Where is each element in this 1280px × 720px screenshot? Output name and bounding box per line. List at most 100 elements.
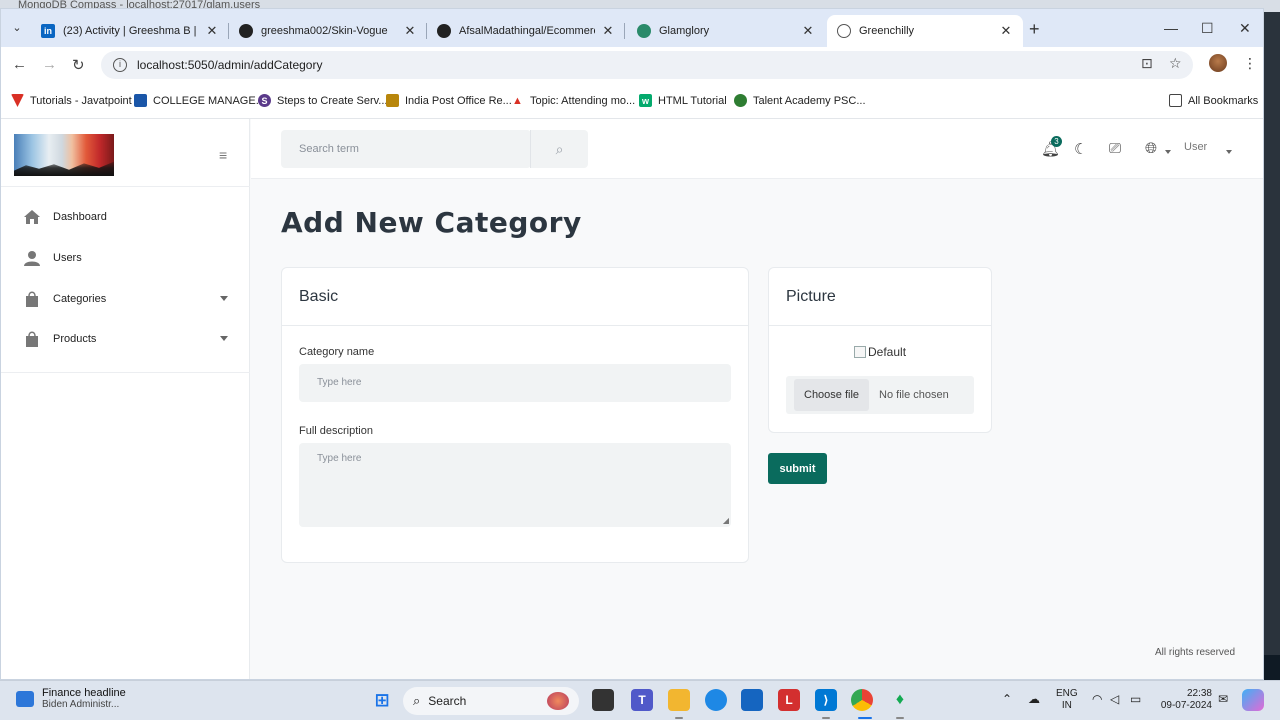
clock-date: 09-07-2024 bbox=[1160, 700, 1212, 711]
profile-avatar[interactable] bbox=[1209, 54, 1227, 72]
notifications-icon[interactable]: ✉ bbox=[1218, 692, 1228, 706]
store-icon[interactable] bbox=[741, 689, 763, 711]
tab-greenchilly[interactable]: Greenchilly ✕ bbox=[827, 15, 1023, 47]
moon-icon[interactable]: ☾ bbox=[1074, 140, 1087, 158]
new-tab-button[interactable]: + bbox=[1029, 20, 1040, 38]
search-button[interactable]: ⌕ bbox=[530, 130, 588, 168]
choose-file-button[interactable]: Choose file bbox=[794, 379, 870, 411]
file-explorer-icon[interactable] bbox=[668, 689, 690, 711]
news-widget[interactable]: Finance headline Biden Administr... bbox=[16, 687, 126, 710]
bookmark-star-icon[interactable]: ☆ bbox=[1169, 55, 1182, 72]
bag-icon bbox=[26, 331, 38, 347]
tab-github-ecommerce[interactable]: AfsalMadathingal/EcommerceW ✕ bbox=[427, 15, 625, 47]
bookmark-india-post[interactable]: India Post Office Re... bbox=[386, 94, 512, 107]
globe-icon bbox=[837, 24, 851, 38]
vscode-icon[interactable]: ⟩ bbox=[815, 689, 837, 711]
tab-glamglory[interactable]: Glamglory ✕ bbox=[627, 15, 825, 47]
app-l-icon[interactable]: L bbox=[778, 689, 800, 711]
sidebar-item-products[interactable]: Products bbox=[1, 319, 250, 359]
github-icon bbox=[239, 24, 253, 38]
bookmarks-bar: Tutorials - Javatpoint COLLEGE MANAGE...… bbox=[1, 85, 1263, 119]
file-input[interactable]: Choose file No file chosen bbox=[786, 376, 974, 414]
battery-icon[interactable]: ▭ bbox=[1130, 692, 1141, 706]
speaker-icon[interactable]: ◁ bbox=[1110, 692, 1119, 706]
bookmark-topic[interactable]: ▲ Topic: Attending mo... bbox=[511, 94, 635, 107]
full-description-label: Full description bbox=[299, 425, 373, 437]
desktop-edge-dark bbox=[1264, 655, 1280, 680]
clock-time: 22:38 bbox=[1186, 688, 1212, 699]
clock[interactable]: 22:38 09-07-2024 bbox=[1158, 688, 1212, 712]
footer-text: All rights reserved bbox=[1155, 647, 1236, 658]
tab-search-dropdown-icon[interactable]: ⌄ bbox=[9, 21, 25, 35]
tab-github-skin-vogue[interactable]: greeshma002/Skin-Vogue ✕ bbox=[229, 15, 427, 47]
menu-kebab-icon[interactable]: ⋮ bbox=[1243, 55, 1257, 72]
wifi-icon[interactable]: ◠ bbox=[1092, 692, 1102, 706]
close-tab-icon[interactable]: ✕ bbox=[601, 23, 615, 39]
chevron-down-icon[interactable] bbox=[1226, 150, 1232, 154]
close-tab-icon[interactable]: ✕ bbox=[205, 23, 219, 39]
collapse-menu-icon[interactable]: ≡ bbox=[219, 147, 227, 163]
all-bookmarks[interactable]: All Bookmarks bbox=[1169, 94, 1258, 107]
forward-arrow-icon[interactable]: → bbox=[42, 56, 57, 73]
bookmark-college[interactable]: COLLEGE MANAGE... bbox=[134, 94, 265, 107]
active-indicator bbox=[858, 717, 872, 719]
brand-logo[interactable] bbox=[14, 134, 114, 176]
tab-linkedin[interactable]: in (23) Activity | Greeshma B | Link ✕ bbox=[31, 15, 229, 47]
full-description-textarea[interactable]: Type here ◢ bbox=[299, 443, 731, 527]
chevron-down-icon[interactable] bbox=[220, 296, 228, 301]
picture-card: Picture Default Choose file No file chos… bbox=[768, 267, 992, 433]
talent-icon bbox=[734, 94, 747, 107]
maximize-button[interactable]: ☐ bbox=[1201, 21, 1214, 35]
sidebar-item-categories[interactable]: Categories bbox=[1, 279, 250, 319]
chevron-down-icon[interactable] bbox=[220, 336, 228, 341]
sidebar-item-label: Dashboard bbox=[53, 211, 107, 223]
sidebar-item-dashboard[interactable]: Dashboard bbox=[1, 197, 250, 237]
copilot-icon[interactable] bbox=[1242, 689, 1264, 711]
minimize-button[interactable]: — bbox=[1164, 21, 1178, 35]
close-tab-icon[interactable]: ✕ bbox=[999, 23, 1013, 39]
running-indicator bbox=[675, 717, 683, 719]
edge-icon[interactable] bbox=[705, 689, 727, 711]
taskbar-search[interactable]: ⌕ Search bbox=[403, 687, 579, 715]
bookmark-label: Talent Academy PSC... bbox=[753, 94, 866, 107]
picture-card-title: Picture bbox=[769, 268, 991, 326]
sidebar-item-users[interactable]: Users bbox=[1, 238, 250, 278]
linkedin-icon: in bbox=[41, 24, 55, 38]
globe-icon[interactable]: 🌐︎ bbox=[1145, 140, 1157, 157]
address-bar[interactable]: i localhost:5050/admin/addCategory bbox=[101, 51, 1193, 79]
chevron-up-icon[interactable]: ⌃ bbox=[1002, 692, 1012, 706]
close-tab-icon[interactable]: ✕ bbox=[403, 23, 417, 39]
bookmark-steps[interactable]: S Steps to Create Serv... bbox=[258, 94, 387, 107]
submit-button[interactable]: submit bbox=[768, 453, 827, 484]
language-indicator[interactable]: ENG IN bbox=[1056, 688, 1078, 712]
category-name-placeholder: Type here bbox=[317, 377, 362, 388]
close-tab-icon[interactable]: ✕ bbox=[801, 23, 815, 39]
chevron-down-icon[interactable] bbox=[1165, 150, 1171, 154]
desktop-edge bbox=[1264, 12, 1280, 680]
bookmark-html-tutorial[interactable]: w HTML Tutorial bbox=[639, 94, 727, 107]
notification-badge: 3 bbox=[1051, 136, 1062, 147]
bag-icon bbox=[26, 291, 38, 307]
bookmark-label: Tutorials - Javatpoint bbox=[30, 94, 132, 107]
search-input[interactable]: Search term bbox=[281, 130, 531, 168]
chrome-icon[interactable] bbox=[851, 689, 873, 711]
site-info-icon[interactable]: i bbox=[113, 58, 127, 72]
user-avatar[interactable]: User bbox=[1184, 141, 1207, 153]
windows-start-icon[interactable]: ⊞ bbox=[371, 689, 393, 711]
teams-icon[interactable]: T bbox=[631, 689, 653, 711]
bookmark-talent-academy[interactable]: Talent Academy PSC... bbox=[734, 94, 866, 107]
onedrive-icon[interactable]: ☁ bbox=[1028, 692, 1040, 706]
mongodb-icon[interactable]: ♦ bbox=[889, 689, 911, 711]
cast-icon[interactable]: ⎚ bbox=[1109, 140, 1121, 157]
close-window-button[interactable]: ✕ bbox=[1239, 21, 1251, 35]
resize-handle-icon[interactable]: ◢ bbox=[723, 516, 729, 525]
bookmark-javatpoint[interactable]: Tutorials - Javatpoint bbox=[11, 94, 132, 107]
tab-title: greeshma002/Skin-Vogue bbox=[261, 25, 388, 37]
category-name-input[interactable]: Type here bbox=[299, 364, 731, 402]
reload-icon[interactable]: ↻ bbox=[72, 56, 85, 74]
broken-image-icon bbox=[854, 346, 866, 358]
language-code: ENG bbox=[1056, 688, 1078, 699]
task-view-icon[interactable] bbox=[592, 689, 614, 711]
back-arrow-icon[interactable]: ← bbox=[12, 56, 27, 73]
translate-icon[interactable]: ⊡ bbox=[1141, 55, 1153, 72]
